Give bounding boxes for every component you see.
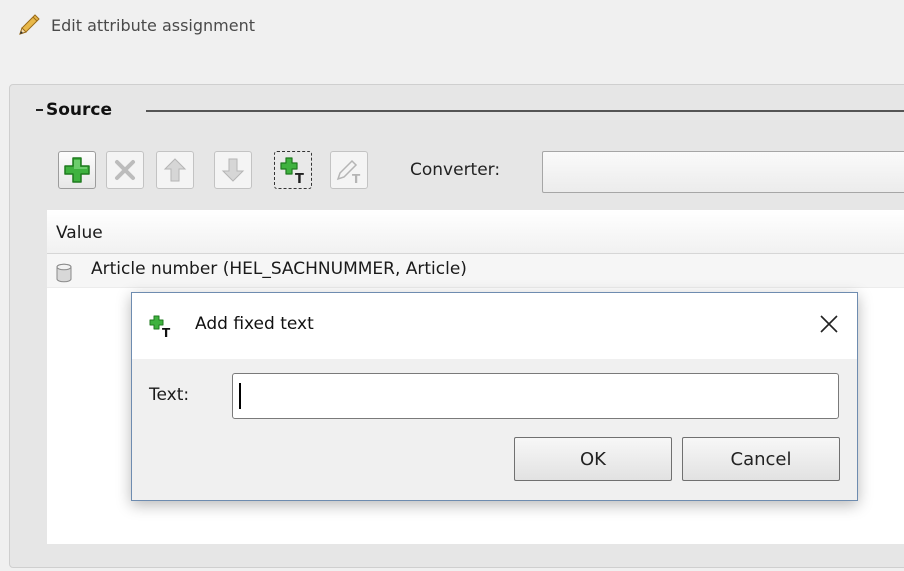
move-up-button[interactable]: [156, 151, 194, 189]
source-legend-label: Source: [46, 100, 113, 120]
close-icon[interactable]: [815, 310, 843, 338]
green-plus-icon: [63, 156, 91, 184]
column-header-value[interactable]: Value: [56, 223, 103, 243]
dialog-body: Text: OK Cancel: [132, 359, 857, 500]
cancel-button[interactable]: Cancel: [682, 437, 840, 481]
text-input[interactable]: [232, 373, 839, 419]
ok-button[interactable]: OK: [514, 437, 672, 481]
table-header: Value: [47, 210, 904, 254]
remove-x-icon: [112, 157, 138, 183]
add-text-icon: T: [278, 155, 308, 185]
legend-dash: [36, 109, 43, 111]
dialog-titlebar: T Add fixed text: [132, 293, 857, 359]
add-button[interactable]: [58, 151, 96, 189]
edit-text-icon: T: [334, 155, 364, 185]
remove-button[interactable]: [106, 151, 144, 189]
svg-text:T: T: [352, 172, 361, 185]
page-title: Edit attribute assignment: [51, 15, 256, 35]
pencil-icon: [16, 12, 42, 38]
text-label: Text:: [149, 385, 190, 405]
svg-text:T: T: [162, 326, 171, 338]
table-row[interactable]: Article number (HEL_SACHNUMMER, Article): [47, 254, 904, 288]
row-value: Article number (HEL_SACHNUMMER, Article): [91, 259, 467, 279]
dialog-title: Add fixed text: [195, 314, 314, 334]
source-legend: Source: [36, 99, 116, 121]
move-down-button[interactable]: [214, 151, 252, 189]
text-caret: [239, 383, 241, 409]
arrow-up-icon: [163, 157, 187, 183]
database-icon: [55, 263, 73, 288]
converter-label: Converter:: [410, 160, 501, 180]
add-fixed-text-dialog: T Add fixed text Text: OK Cancel: [131, 292, 858, 501]
arrow-down-icon: [221, 157, 245, 183]
page-header: Edit attribute assignment: [16, 8, 255, 42]
legend-line: [146, 110, 904, 112]
converter-select[interactable]: [542, 151, 904, 193]
add-text-icon: T: [148, 314, 174, 343]
edit-fixed-text-button[interactable]: T: [330, 151, 368, 189]
add-fixed-text-button[interactable]: T: [274, 151, 312, 189]
svg-text:T: T: [295, 172, 304, 185]
